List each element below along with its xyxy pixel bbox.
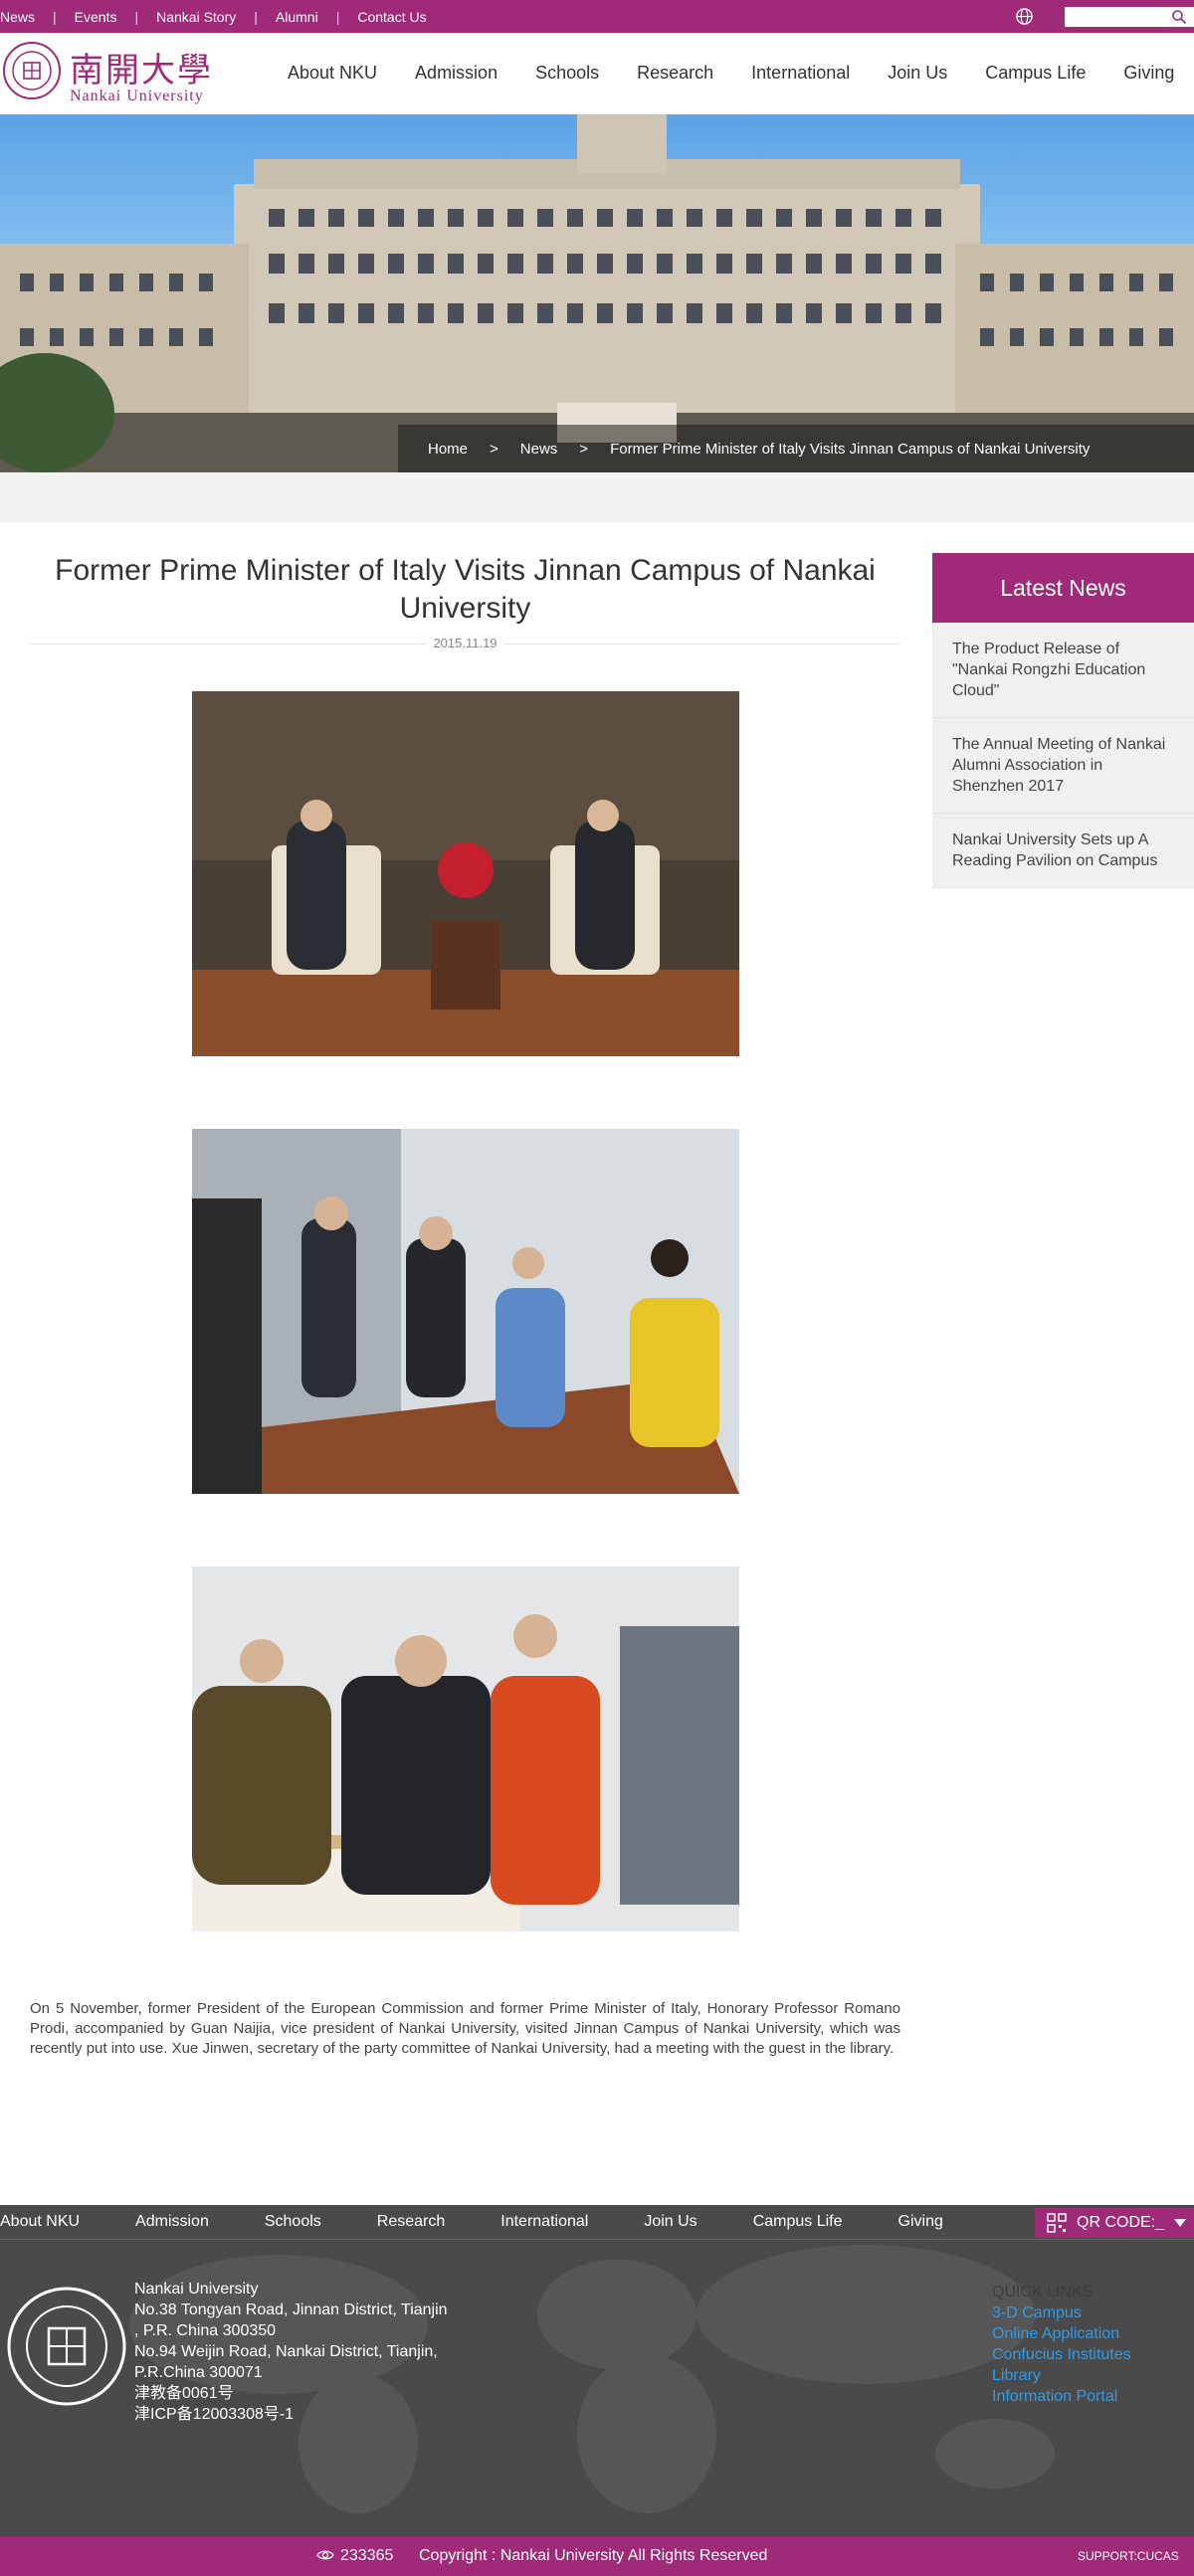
separator: | bbox=[53, 8, 57, 25]
discussion-photo bbox=[192, 1129, 739, 1494]
breadcrumb: Home > News > Former Prime Minister of I… bbox=[398, 425, 1194, 472]
footer-nav: About NKU Admission Schools Research Int… bbox=[0, 2205, 1194, 2240]
quick-link-information-portal[interactable]: Information Portal bbox=[992, 2386, 1131, 2407]
article-title: Former Prime Minister of Italy Visits Ji… bbox=[55, 554, 876, 625]
nav-item-about-nku[interactable]: About NKU bbox=[288, 63, 377, 84]
address-line: Nankai University bbox=[134, 2281, 259, 2298]
nav-item-giving[interactable]: Giving bbox=[1123, 63, 1174, 84]
library-signing-photo bbox=[192, 1566, 739, 1932]
chevron-down-icon bbox=[1174, 2219, 1187, 2227]
site-header: 南開大學 Nankai University About NKU Admissi… bbox=[0, 33, 1194, 114]
copyright-text: Copyright : Nankai University All Rights… bbox=[419, 2547, 768, 2564]
top-link-alumni[interactable]: Alumni bbox=[276, 9, 318, 25]
breadcrumb-news[interactable]: News bbox=[520, 441, 558, 458]
visit-counter: 233365 bbox=[340, 2547, 394, 2564]
address-line: No.38 Tongyan Road, Jinnan District, Tia… bbox=[134, 2301, 448, 2318]
nav-item-international[interactable]: International bbox=[751, 63, 850, 84]
address-line: P.R.China 300071 bbox=[134, 2364, 263, 2381]
top-link-news[interactable]: News bbox=[0, 9, 35, 25]
article: Former Prime Minister of Italy Visits Ji… bbox=[30, 552, 900, 2057]
nav-item-join-us[interactable]: Join Us bbox=[888, 63, 947, 84]
logo-chinese-name[interactable]: 南開大學 bbox=[70, 43, 213, 92]
search-icon[interactable] bbox=[1171, 9, 1187, 25]
building-illustration bbox=[0, 114, 1194, 472]
latest-news-item[interactable]: The Annual Meeting of Nankai Alumni Asso… bbox=[932, 718, 1194, 814]
footer-nav-about-nku[interactable]: About NKU bbox=[0, 2213, 80, 2231]
qr-code-icon bbox=[1047, 2213, 1067, 2233]
eye-icon bbox=[316, 2550, 334, 2560]
footer-nav-schools[interactable]: Schools bbox=[265, 2213, 321, 2231]
latest-news-item[interactable]: The Product Release of "Nankai Rongzhi E… bbox=[932, 623, 1194, 718]
top-link-nankai-story[interactable]: Nankai Story bbox=[156, 9, 236, 25]
nav-item-admission[interactable]: Admission bbox=[415, 63, 498, 84]
breadcrumb-separator: > bbox=[490, 440, 498, 458]
nav-item-campus-life[interactable]: Campus Life bbox=[985, 63, 1086, 84]
footer-nav-admission[interactable]: Admission bbox=[135, 2213, 209, 2231]
article-date: 2015.11.19 bbox=[30, 636, 900, 650]
spacer-band bbox=[0, 472, 1194, 522]
hero-campus-building-image bbox=[0, 114, 1194, 472]
separator: | bbox=[134, 8, 139, 25]
quick-links: QUICK LINKS 3-D Campus Online Applicatio… bbox=[992, 2282, 1131, 2407]
footer-address: Nankai University No.38 Tongyan Road, Ji… bbox=[134, 2279, 448, 2425]
nav-item-schools[interactable]: Schools bbox=[535, 63, 599, 84]
footer-nav-campus-life[interactable]: Campus Life bbox=[753, 2213, 843, 2231]
address-line: 津ICP备12003308号-1 bbox=[134, 2406, 295, 2423]
breadcrumb-separator: > bbox=[579, 440, 589, 458]
quick-links-title: QUICK LINKS bbox=[992, 2284, 1094, 2300]
footer-nav-giving[interactable]: Giving bbox=[898, 2213, 943, 2231]
address-line: , P.R. China 300350 bbox=[134, 2322, 277, 2339]
top-link-events[interactable]: Events bbox=[75, 9, 117, 25]
latest-news-heading: Latest News bbox=[932, 553, 1194, 623]
top-bar: News | Events | Nankai Story | Alumni | … bbox=[0, 0, 1194, 33]
footer-nav-join-us[interactable]: Join Us bbox=[644, 2213, 696, 2231]
footer-nav-international[interactable]: International bbox=[500, 2213, 588, 2231]
breadcrumb-home[interactable]: Home bbox=[428, 441, 468, 458]
quick-link-confucius-institutes[interactable]: Confucius Institutes bbox=[992, 2344, 1131, 2365]
top-links: News | Events | Nankai Story | Alumni | … bbox=[0, 0, 427, 33]
address-line: 津教备0061号 bbox=[134, 2385, 234, 2402]
article-date-value: 2015.11.19 bbox=[427, 636, 503, 650]
breadcrumb-current: Former Prime Minister of Italy Visits Ji… bbox=[610, 440, 1091, 458]
separator: | bbox=[254, 8, 258, 25]
globe-icon[interactable] bbox=[1015, 7, 1034, 26]
main-nav: About NKU Admission Schools Research Int… bbox=[288, 63, 1194, 84]
quick-link-library[interactable]: Library bbox=[992, 2365, 1131, 2386]
address-line: No.94 Weijin Road, Nankai District, Tian… bbox=[134, 2343, 438, 2360]
support-credit[interactable]: SUPPORT:CUCAS bbox=[1078, 2549, 1179, 2563]
latest-news-item[interactable]: Nankai University Sets up A Reading Pavi… bbox=[932, 814, 1194, 888]
footer-nav-research[interactable]: Research bbox=[377, 2213, 445, 2231]
latest-news-sidebar: Latest News The Product Release of "Nank… bbox=[932, 553, 1194, 888]
university-seal-logo[interactable] bbox=[2, 41, 62, 100]
meeting-photo bbox=[192, 691, 739, 1056]
copyright-bar: 233365 Copyright : Nankai University All… bbox=[0, 2536, 1194, 2576]
logo-english-name[interactable]: Nankai University bbox=[70, 88, 204, 105]
quick-link-3d-campus[interactable]: 3-D Campus bbox=[992, 2302, 1131, 2323]
quick-link-online-application[interactable]: Online Application bbox=[992, 2323, 1131, 2344]
footer-university-seal bbox=[7, 2287, 126, 2406]
nav-item-research[interactable]: Research bbox=[637, 63, 713, 84]
article-body: On 5 November, former President of the E… bbox=[30, 2000, 900, 2057]
site-footer: About NKU Admission Schools Research Int… bbox=[0, 2205, 1194, 2536]
qr-code-label: QR CODE:_ bbox=[1077, 2214, 1165, 2231]
top-link-contact-us[interactable]: Contact Us bbox=[357, 9, 426, 25]
qr-code-dropdown[interactable]: QR CODE:_ bbox=[1035, 2208, 1194, 2238]
separator: | bbox=[335, 8, 340, 25]
